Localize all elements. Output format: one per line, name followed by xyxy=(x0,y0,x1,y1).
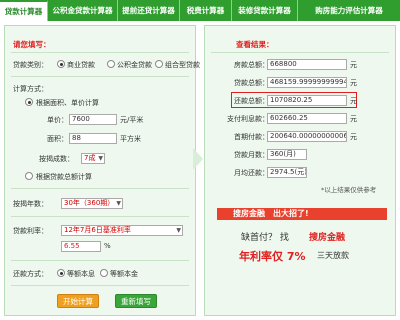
tab-tax-calculator[interactable]: 税费计算器 xyxy=(180,0,232,21)
repay-equal-installment-label: 等额本息 xyxy=(67,270,95,278)
divider xyxy=(211,52,389,53)
input-section-title: 请您填写： xyxy=(13,40,51,49)
result-label: 还款总额： xyxy=(234,97,269,105)
result-label: 支付利息款： xyxy=(227,115,269,123)
months-output: 360(月) xyxy=(267,149,307,160)
repay-total-output: 1070820.25 xyxy=(267,95,347,106)
result-unit: 元 xyxy=(350,97,357,105)
loan-type-combined-radio[interactable] xyxy=(155,60,163,68)
unit-price-unit: 元/平米 xyxy=(120,116,144,124)
divider xyxy=(11,188,189,189)
house-total-output: 668800 xyxy=(267,59,347,70)
calc-method-label: 计算方式： xyxy=(13,85,48,93)
repay-equal-principal-radio[interactable] xyxy=(100,269,108,277)
input-panel: 请您填写： 贷款类别： 商业贷款 公积金贷款 组合型贷款 计算方式： 根据面积、… xyxy=(4,25,200,316)
divider xyxy=(11,260,189,261)
divider xyxy=(11,76,189,77)
result-label: 贷款月数： xyxy=(234,151,269,159)
down-payment-select[interactable]: 7成 xyxy=(81,153,105,164)
divider xyxy=(11,285,189,286)
rate-select[interactable]: 12年7月6日基准利率 xyxy=(61,225,183,236)
reset-button[interactable]: 重新填写 xyxy=(115,294,157,308)
result-unit: 元 xyxy=(350,61,357,69)
calculator-tabs: 贷款计算器 公积金贷款计算器 提前还贷计算器 税费计算器 装修贷款计算器 购房能… xyxy=(0,0,400,21)
tab-provident-fund-calculator[interactable]: 公积金贷款计算器 xyxy=(48,0,118,21)
monthly-payment-output: 2974.5(元) xyxy=(267,167,307,178)
repay-equal-installment-radio[interactable] xyxy=(57,269,65,277)
result-label: 月均还款： xyxy=(234,169,269,177)
result-note: *以上结果仅供参考 xyxy=(321,186,377,194)
result-label: 首期付款： xyxy=(234,133,269,141)
loan-type-provident-label: 公积金贷款 xyxy=(117,61,152,69)
years-label: 按揭年数： xyxy=(13,200,48,208)
loan-type-commercial-label: 商业贷款 xyxy=(67,61,95,69)
down-payment-label: 按揭成数： xyxy=(39,155,74,163)
divider xyxy=(11,52,189,53)
loan-type-commercial-radio[interactable] xyxy=(57,60,65,68)
result-section-title: 查看结果： xyxy=(236,40,274,49)
result-label: 房款总额： xyxy=(234,61,269,69)
tab-prepayment-calculator[interactable]: 提前还贷计算器 xyxy=(118,0,180,21)
ad-rate: 年利率仅 7% xyxy=(239,250,306,263)
calc-by-total-label: 根据贷款总额计算 xyxy=(36,173,92,181)
result-unit: 元 xyxy=(350,79,357,87)
tab-renovation-loan-calculator[interactable]: 装修贷款计算器 xyxy=(232,0,298,21)
calc-by-area-radio[interactable] xyxy=(25,98,33,106)
ad-line-brand: 搜房金融 xyxy=(309,233,346,243)
repay-equal-principal-label: 等额本金 xyxy=(110,270,138,278)
arrow-icon xyxy=(193,148,203,170)
loan-type-provident-radio[interactable] xyxy=(107,60,115,68)
result-panel: 查看结果： 房款总额： 668800 元 贷款总额： 468159.999999… xyxy=(204,25,396,316)
interest-output: 602660.25 xyxy=(267,113,347,124)
ad-line-a: 缺首付？ 找 xyxy=(241,233,289,243)
result-unit: 元 xyxy=(350,115,357,123)
calculate-button[interactable]: 开始计算 xyxy=(57,294,99,308)
rate-input[interactable]: 6.55 xyxy=(61,241,101,252)
rate-unit: % xyxy=(104,242,111,250)
tab-affordability-calculator[interactable]: 购房能力评估计算器 xyxy=(298,0,400,21)
tab-loan-calculator[interactable]: 贷款计算器 xyxy=(0,0,48,21)
calc-by-area-label: 根据面积、单价计算 xyxy=(36,99,99,107)
down-payment-output: 200640.00000000006 xyxy=(267,131,347,142)
loan-type-combined-label: 组合型贷款 xyxy=(165,61,200,69)
calc-by-total-radio[interactable] xyxy=(25,172,33,180)
loan-total-output: 468159.99999999994 xyxy=(267,77,347,88)
result-label: 贷款总额： xyxy=(234,79,269,87)
years-select[interactable]: 30年（360期） xyxy=(61,198,123,209)
rate-label: 贷款利率： xyxy=(13,227,48,235)
unit-price-input[interactable]: 7600 xyxy=(69,114,117,125)
ad-fast-loan: 三天放款 xyxy=(317,251,349,260)
ad-headline: 搜房金融 出大招了! xyxy=(233,209,309,218)
area-input[interactable]: 88 xyxy=(69,133,117,144)
area-unit: 平方米 xyxy=(120,135,141,143)
repay-label: 还款方式： xyxy=(13,270,48,278)
result-unit: 元 xyxy=(350,133,357,141)
area-label: 面积： xyxy=(47,135,68,143)
divider xyxy=(11,216,189,217)
unit-price-label: 单价： xyxy=(47,116,68,124)
loan-type-label: 贷款类别： xyxy=(13,61,48,69)
